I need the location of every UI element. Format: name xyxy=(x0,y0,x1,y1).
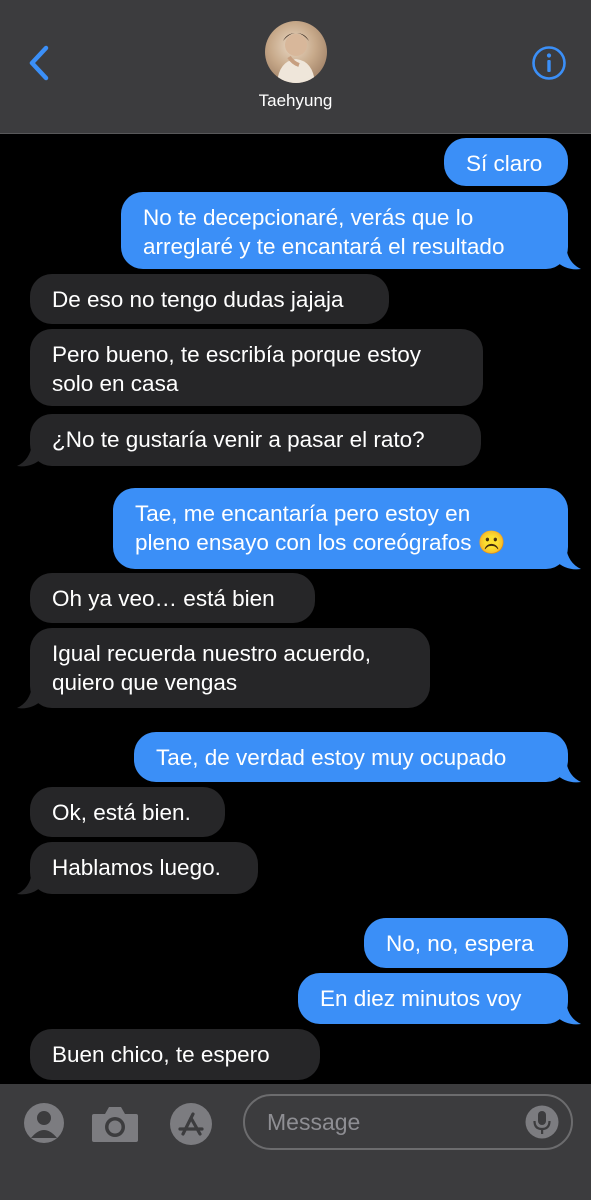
microphone-icon xyxy=(525,1105,559,1139)
camera-icon xyxy=(92,1107,138,1142)
message-bubble-incoming[interactable]: Oh ya veo… está bien xyxy=(30,573,315,623)
message-bubble-incoming[interactable]: Buen chico, te espero xyxy=(30,1029,320,1080)
composer-bar: Message xyxy=(0,1084,591,1200)
dictation-button[interactable] xyxy=(525,1105,559,1139)
bubble-tail xyxy=(556,1002,581,1025)
bubble-tail xyxy=(556,547,581,570)
message-bubble-incoming[interactable]: Igual recuerda nuestro acuerdo, quiero q… xyxy=(30,628,430,708)
back-button[interactable] xyxy=(26,44,56,82)
bubble-tail xyxy=(556,760,581,783)
app-store-button[interactable] xyxy=(169,1102,213,1146)
contact-name[interactable]: Taehyung xyxy=(0,91,591,111)
contact-avatar[interactable] xyxy=(265,21,327,83)
conversation-header: Taehyung xyxy=(0,0,591,134)
message-bubble-incoming[interactable]: De eso no tengo dudas jajaja xyxy=(30,274,389,324)
memoji-icon xyxy=(24,1103,64,1143)
info-button[interactable] xyxy=(531,45,567,81)
bubble-tail xyxy=(556,247,581,270)
info-circle-icon xyxy=(532,46,566,80)
message-bubble-outgoing[interactable]: En diez minutos voy xyxy=(298,973,568,1024)
memoji-button[interactable] xyxy=(23,1102,65,1144)
message-bubble-outgoing[interactable]: Tae, de verdad estoy muy ocupado xyxy=(134,732,568,782)
bubble-tail xyxy=(17,444,42,467)
app-store-icon xyxy=(170,1103,212,1145)
camera-button[interactable] xyxy=(90,1104,140,1144)
message-placeholder: Message xyxy=(267,1109,361,1135)
message-bubble-outgoing[interactable]: Tae, me encantaría pero estoy en pleno e… xyxy=(113,488,568,569)
message-bubble-incoming[interactable]: Pero bueno, te escribía porque estoy sol… xyxy=(30,329,483,406)
bubble-tail xyxy=(17,686,42,709)
message-bubble-outgoing[interactable]: No te decepcionaré, verás que lo arregla… xyxy=(121,192,568,269)
chevron-left-icon xyxy=(29,45,49,81)
message-input[interactable]: Message xyxy=(243,1094,573,1150)
avatar-photo xyxy=(277,33,315,83)
message-thread[interactable]: Sí claro No te decepcionaré, verás que l… xyxy=(0,134,591,1084)
message-bubble-incoming[interactable]: Hablamos luego. xyxy=(30,842,258,894)
message-bubble-incoming[interactable]: Ok, está bien. xyxy=(30,787,225,837)
message-bubble-outgoing[interactable]: No, no, espera xyxy=(364,918,568,968)
message-bubble-outgoing[interactable]: Sí claro xyxy=(444,138,568,186)
bubble-tail xyxy=(17,872,42,895)
message-bubble-incoming[interactable]: ¿No te gustaría venir a pasar el rato? xyxy=(30,414,481,466)
